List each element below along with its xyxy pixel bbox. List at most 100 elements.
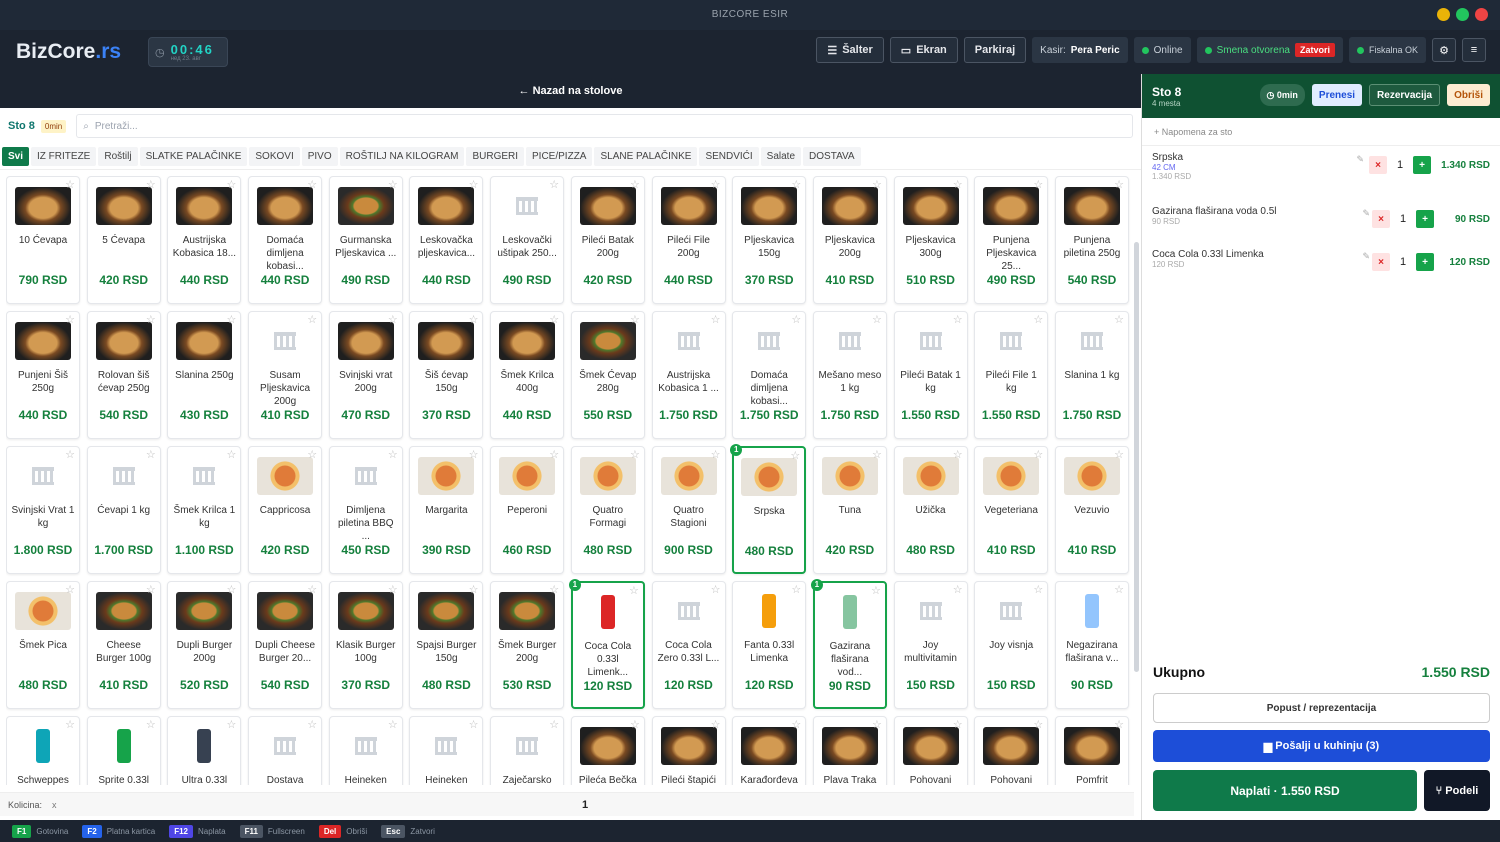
parkiraj-button[interactable]: Parkiraj bbox=[963, 37, 1027, 63]
product-card[interactable]: ☆ Klasik Burger 100g 370 RSD bbox=[328, 581, 403, 709]
favorite-star-icon[interactable]: ☆ bbox=[872, 718, 882, 731]
maximize-button[interactable] bbox=[1456, 8, 1469, 21]
product-card[interactable]: ☆ Quatro Stagioni 900 RSD bbox=[651, 446, 726, 574]
favorite-star-icon[interactable]: ☆ bbox=[65, 178, 75, 191]
minimize-button[interactable] bbox=[1437, 8, 1450, 21]
favorite-star-icon[interactable]: ☆ bbox=[469, 583, 479, 596]
edit-pencil-icon[interactable]: ✎ bbox=[1362, 251, 1370, 262]
close-window-button[interactable] bbox=[1475, 8, 1488, 21]
product-card[interactable]: ☆ Domaća dimljena kobasi... 1.750 RSD bbox=[732, 311, 807, 439]
product-card[interactable]: ☆ Šiš ćevap 150g 370 RSD bbox=[409, 311, 484, 439]
favorite-star-icon[interactable]: ☆ bbox=[790, 449, 800, 462]
favorite-star-icon[interactable]: ☆ bbox=[307, 583, 317, 596]
favorite-star-icon[interactable]: ☆ bbox=[791, 583, 801, 596]
favorite-star-icon[interactable]: ☆ bbox=[146, 178, 156, 191]
product-card[interactable]: ☆ Schweppes bbox=[6, 716, 80, 785]
product-card[interactable]: ☆ Margarita 390 RSD bbox=[409, 446, 484, 574]
product-card[interactable]: ☆ Šmek Pica 480 RSD bbox=[6, 581, 80, 709]
product-card[interactable]: ☆ Šmek Krilca 400g 440 RSD bbox=[490, 311, 565, 439]
product-card[interactable]: ☆ Vezuvio 410 RSD bbox=[1054, 446, 1129, 574]
decrease-qty-button[interactable]: × bbox=[1372, 253, 1390, 271]
favorite-star-icon[interactable]: ☆ bbox=[953, 448, 963, 461]
product-card[interactable]: ☆ Pileći štapići bbox=[651, 716, 726, 785]
close-shift-button[interactable]: Zatvori bbox=[1294, 43, 1335, 57]
category-tab[interactable]: ROŠTILJ NA KILOGRAM bbox=[339, 147, 465, 166]
reservation-button[interactable]: Rezervacija bbox=[1369, 84, 1441, 106]
category-tab[interactable]: IZ FRITEZE bbox=[31, 147, 97, 166]
favorite-star-icon[interactable]: ☆ bbox=[469, 448, 479, 461]
product-card[interactable]: 1 ☆ Srpska 480 RSD bbox=[730, 444, 807, 574]
product-card[interactable]: ☆ Dupli Burger 200g 520 RSD bbox=[167, 581, 242, 709]
quantity-input[interactable]: 1 bbox=[582, 799, 588, 811]
product-card[interactable]: ☆ Punjena Pljeskavica 25... 490 RSD bbox=[974, 176, 1049, 304]
favorite-star-icon[interactable]: ☆ bbox=[1033, 718, 1043, 731]
category-tab[interactable]: SLANE PALAČINKE bbox=[594, 147, 698, 166]
favorite-star-icon[interactable]: ☆ bbox=[953, 583, 963, 596]
product-card[interactable]: ☆ Dostava bbox=[248, 716, 323, 785]
product-card[interactable]: ☆ Peperoni 460 RSD bbox=[490, 446, 565, 574]
favorite-star-icon[interactable]: ☆ bbox=[227, 718, 237, 731]
favorite-star-icon[interactable]: ☆ bbox=[307, 718, 317, 731]
favorite-star-icon[interactable]: ☆ bbox=[629, 584, 639, 597]
product-card[interactable]: ☆ Šmek Burger 200g 530 RSD bbox=[490, 581, 565, 709]
product-card[interactable]: ☆ Tuna 420 RSD bbox=[812, 446, 887, 574]
product-card[interactable]: ☆ Ćevapi 1 kg 1.700 RSD bbox=[86, 446, 161, 574]
favorite-star-icon[interactable]: ☆ bbox=[549, 583, 559, 596]
favorite-star-icon[interactable]: ☆ bbox=[1114, 718, 1124, 731]
edit-pencil-icon[interactable]: ✎ bbox=[1356, 154, 1364, 165]
product-card[interactable]: ☆ Dimljena piletina BBQ ... 450 RSD bbox=[328, 446, 403, 574]
favorite-star-icon[interactable]: ☆ bbox=[872, 313, 882, 326]
favorite-star-icon[interactable]: ☆ bbox=[469, 718, 479, 731]
product-card[interactable]: ☆ Spajsi Burger 150g 480 RSD bbox=[409, 581, 484, 709]
product-card[interactable]: ☆ Pileći File 1 kg 1.550 RSD bbox=[974, 311, 1049, 439]
product-card[interactable]: ☆ Cheese Burger 100g 410 RSD bbox=[86, 581, 161, 709]
favorite-star-icon[interactable]: ☆ bbox=[711, 583, 721, 596]
category-tab[interactable]: PICE/PIZZA bbox=[526, 147, 593, 166]
favorite-star-icon[interactable]: ☆ bbox=[146, 583, 156, 596]
product-card[interactable]: ☆ Negazirana flaširana v... 90 RSD bbox=[1054, 581, 1129, 709]
product-card[interactable]: ☆ Svinjski Vrat 1 kg 1.800 RSD bbox=[6, 446, 80, 574]
product-card[interactable]: ☆ Leskovačka pljeskavica... 440 RSD bbox=[409, 176, 484, 304]
favorite-star-icon[interactable]: ☆ bbox=[791, 718, 801, 731]
table-note-button[interactable]: + Napomena za sto bbox=[1142, 118, 1500, 146]
product-card[interactable]: ☆ Pileći Batak 200g 420 RSD bbox=[570, 176, 645, 304]
favorite-star-icon[interactable]: ☆ bbox=[469, 313, 479, 326]
pay-button[interactable]: Naplati · 1.550 RSD bbox=[1153, 770, 1417, 811]
category-tab[interactable]: Roštilj bbox=[98, 147, 138, 166]
favorite-star-icon[interactable]: ☆ bbox=[872, 448, 882, 461]
favorite-star-icon[interactable]: ☆ bbox=[146, 718, 156, 731]
favorite-star-icon[interactable]: ☆ bbox=[1114, 583, 1124, 596]
send-to-kitchen-button[interactable]: ▆ Pošalji u kuhinju (3) bbox=[1153, 730, 1490, 762]
favorite-star-icon[interactable]: ☆ bbox=[307, 178, 317, 191]
category-tab[interactable]: DOSTAVA bbox=[803, 147, 861, 166]
back-to-tables-button[interactable]: ← Nazad na stolove bbox=[0, 74, 1141, 108]
product-card[interactable]: ☆ Šmek Ćevap 280g 550 RSD bbox=[570, 311, 645, 439]
product-card[interactable]: ☆ 10 Ćevapa 790 RSD bbox=[6, 176, 80, 304]
menu-hamburger-icon[interactable]: ≡ bbox=[1462, 38, 1486, 62]
favorite-star-icon[interactable]: ☆ bbox=[630, 448, 640, 461]
product-card[interactable]: ☆ Punjeni Šiš 250g 440 RSD bbox=[6, 311, 80, 439]
product-card[interactable]: ☆ Pileća Bečka bbox=[570, 716, 645, 785]
category-tab[interactable]: Svi bbox=[2, 147, 30, 166]
discount-button[interactable]: Popust / reprezentacija bbox=[1153, 693, 1490, 723]
favorite-star-icon[interactable]: ☆ bbox=[549, 448, 559, 461]
favorite-star-icon[interactable]: ☆ bbox=[549, 313, 559, 326]
settings-gear-icon[interactable]: ⚙ bbox=[1432, 38, 1456, 62]
product-card[interactable]: ☆ Joy multivitamin 150 RSD bbox=[893, 581, 968, 709]
product-card[interactable]: ☆ Pileći Batak 1 kg 1.550 RSD bbox=[893, 311, 968, 439]
favorite-star-icon[interactable]: ☆ bbox=[953, 313, 963, 326]
product-card[interactable]: ☆ Austrijska Kobasica 18... 440 RSD bbox=[167, 176, 242, 304]
product-card[interactable]: ☆ Pohovani bbox=[893, 716, 968, 785]
favorite-star-icon[interactable]: ☆ bbox=[791, 178, 801, 191]
product-card[interactable]: 1 ☆ Coca Cola 0.33l Limenk... 120 RSD bbox=[568, 579, 645, 709]
decrease-qty-button[interactable]: × bbox=[1372, 210, 1390, 228]
product-card[interactable]: ☆ Joy visnja 150 RSD bbox=[974, 581, 1049, 709]
favorite-star-icon[interactable]: ☆ bbox=[711, 448, 721, 461]
category-tab[interactable]: SLATKE PALAČINKE bbox=[139, 147, 248, 166]
split-button[interactable]: ⑂ Podeli bbox=[1424, 770, 1490, 811]
favorite-star-icon[interactable]: ☆ bbox=[388, 313, 398, 326]
favorite-star-icon[interactable]: ☆ bbox=[630, 313, 640, 326]
favorite-star-icon[interactable]: ☆ bbox=[630, 178, 640, 191]
favorite-star-icon[interactable]: ☆ bbox=[1114, 448, 1124, 461]
favorite-star-icon[interactable]: ☆ bbox=[1033, 178, 1043, 191]
